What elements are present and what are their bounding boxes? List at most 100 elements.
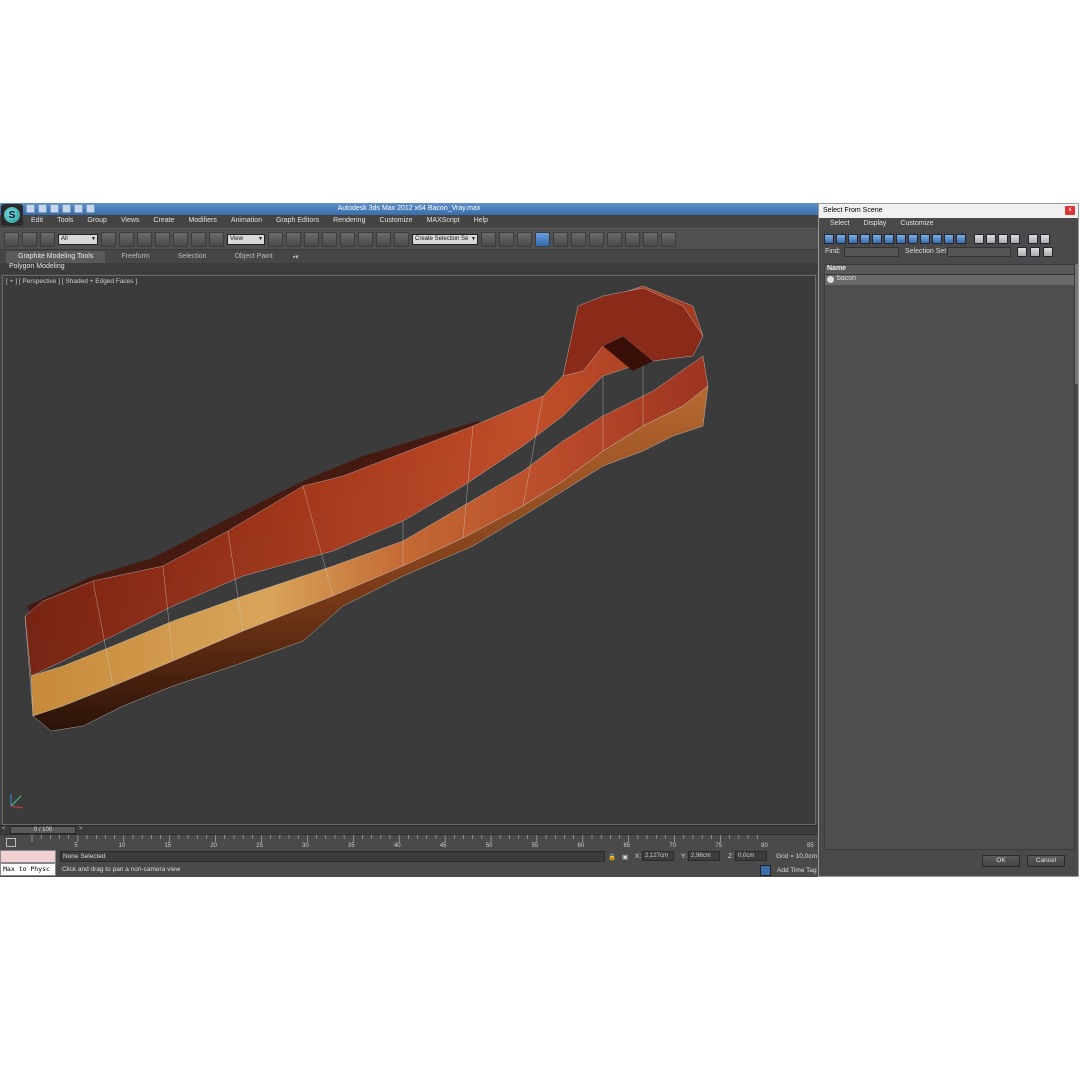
render-teapot-icon[interactable] [661,231,676,247]
menu-create[interactable]: Create [146,216,181,228]
x-coordinate-field[interactable]: 2,127cm [642,851,674,861]
display-invert-icon[interactable] [998,233,1008,244]
sync-selection-icon[interactable] [1010,233,1020,244]
dialog-menu-select[interactable]: Select [823,218,856,231]
object-list[interactable]: Name bacon [824,264,1075,850]
app-logo-button[interactable]: S [1,204,23,226]
display-helpers-icon[interactable] [872,233,882,244]
link-icon[interactable] [4,231,19,247]
add-time-tag-button[interactable]: Add Time Tag [777,867,817,874]
time-slider-thumb[interactable]: 0 / 100 [10,826,76,834]
move-icon[interactable] [173,231,188,247]
display-none-icon[interactable] [986,233,996,244]
mini-listener-output[interactable] [0,850,56,863]
display-lights-icon[interactable] [848,233,858,244]
menu-maxscript[interactable]: MAXScript [420,216,467,228]
menu-help[interactable]: Help [467,216,495,228]
pivot-center-icon[interactable] [268,231,283,247]
track-bar[interactable]: 5 10 15 20 25 30 35 40 45 50 55 60 65 70 75 80 85 [0,834,818,850]
edit-named-selection-icon[interactable] [394,231,409,247]
dialog-menu-customize[interactable]: Customize [893,218,940,231]
selection-filter-dropdown[interactable]: All [58,233,98,245]
menu-animation[interactable]: Animation [224,216,269,228]
dialog-menu-display[interactable]: Display [856,218,893,231]
display-groups-icon[interactable] [896,233,906,244]
rect-selection-icon[interactable] [137,231,152,247]
perspective-viewport[interactable]: [ + ] [ Perspective ] [ Shaded + Edged F… [2,275,816,825]
close-icon[interactable]: x [1065,206,1075,215]
schematic-view-icon[interactable] [571,231,586,247]
display-geometry-icon[interactable] [824,233,834,244]
menu-group[interactable]: Group [80,216,113,228]
selection-set-add-icon[interactable] [1030,247,1040,257]
z-coordinate-field[interactable]: 0,0cm [735,851,767,861]
snaps-toggle-icon[interactable] [322,231,337,247]
filter-options-icon[interactable] [1040,233,1050,244]
align-icon[interactable] [499,231,514,247]
select-manipulate-icon[interactable] [286,231,301,247]
display-cameras-icon[interactable] [860,233,870,244]
selection-set-options-icon[interactable] [1017,247,1027,257]
spinner-snap-icon[interactable] [376,231,391,247]
bind-space-warp-icon[interactable] [40,231,55,247]
find-input[interactable] [844,247,899,257]
display-bones-icon[interactable] [920,233,930,244]
scale-icon[interactable] [209,231,224,247]
menu-rendering[interactable]: Rendering [326,216,372,228]
unlink-icon[interactable] [22,231,37,247]
select-by-name-icon[interactable] [119,231,134,247]
ok-button[interactable]: OK [982,855,1020,867]
percent-snap-icon[interactable] [358,231,373,247]
window-crossing-icon[interactable] [155,231,170,247]
reference-coordinate-dropdown[interactable]: View [227,233,265,245]
mini-listener[interactable]: Max to Physc [0,850,56,877]
angle-snap-icon[interactable] [340,231,355,247]
keyboard-shortcut-icon[interactable] [304,231,319,247]
display-xrefs-icon[interactable] [908,233,918,244]
selection-set-dropdown[interactable] [947,247,1011,257]
time-slider-prev[interactable]: < [2,826,6,832]
add-time-tag-icon[interactable] [760,865,771,876]
menu-graph-editors[interactable]: Graph Editors [269,216,326,228]
mirror-icon[interactable] [481,231,496,247]
display-frozen-icon[interactable] [944,233,954,244]
dialog-scrollbar[interactable] [1075,264,1078,384]
cancel-button[interactable]: Cancel [1027,855,1065,867]
y-coordinate-field[interactable]: 2,96cm [688,851,720,861]
bacon-model[interactable] [3,276,816,825]
tab-object-paint[interactable]: Object Paint [223,251,285,263]
select-object-icon[interactable] [101,231,116,247]
display-hidden-icon[interactable] [956,233,966,244]
render-setup-icon[interactable] [607,231,622,247]
render-production-icon[interactable] [643,231,658,247]
graphite-toggle-icon[interactable] [535,231,550,247]
display-shapes-icon[interactable] [836,233,846,244]
display-containers-icon[interactable] [932,233,942,244]
menu-modifiers[interactable]: Modifiers [181,216,223,228]
tab-selection[interactable]: Selection [166,251,219,263]
absolute-mode-icon[interactable]: ▣ [622,853,628,861]
menu-views[interactable]: Views [114,216,147,228]
mini-listener-input[interactable]: Max to Physc [0,863,56,876]
menu-edit[interactable]: Edit [24,216,50,228]
display-space-warps-icon[interactable] [884,233,894,244]
layer-manager-icon[interactable] [517,231,532,247]
time-slider-next[interactable]: > [79,826,83,832]
named-selection-set-dropdown[interactable]: Create Selection Se [412,233,478,245]
selection-set-remove-icon[interactable] [1043,247,1053,257]
lock-selection-icon[interactable]: 🔒 [608,853,616,861]
tab-freeform[interactable]: Freeform [109,251,161,263]
display-all-icon[interactable] [974,233,984,244]
curve-editor-icon[interactable] [553,231,568,247]
time-slider[interactable]: < 0 / 100 > [0,825,818,834]
menu-customize[interactable]: Customize [372,216,419,228]
list-item[interactable]: bacon [825,275,1074,285]
material-editor-icon[interactable] [589,231,604,247]
ribbon-options-icon[interactable]: ▪▾ [289,251,303,263]
list-header-name[interactable]: Name [825,265,1074,275]
filter-icon[interactable] [1028,233,1038,244]
rendered-frame-window-icon[interactable] [625,231,640,247]
rotate-icon[interactable] [191,231,206,247]
mini-curve-editor-icon[interactable] [6,838,16,847]
ribbon-panel-polygon-modeling[interactable]: Polygon Modeling [0,263,818,274]
